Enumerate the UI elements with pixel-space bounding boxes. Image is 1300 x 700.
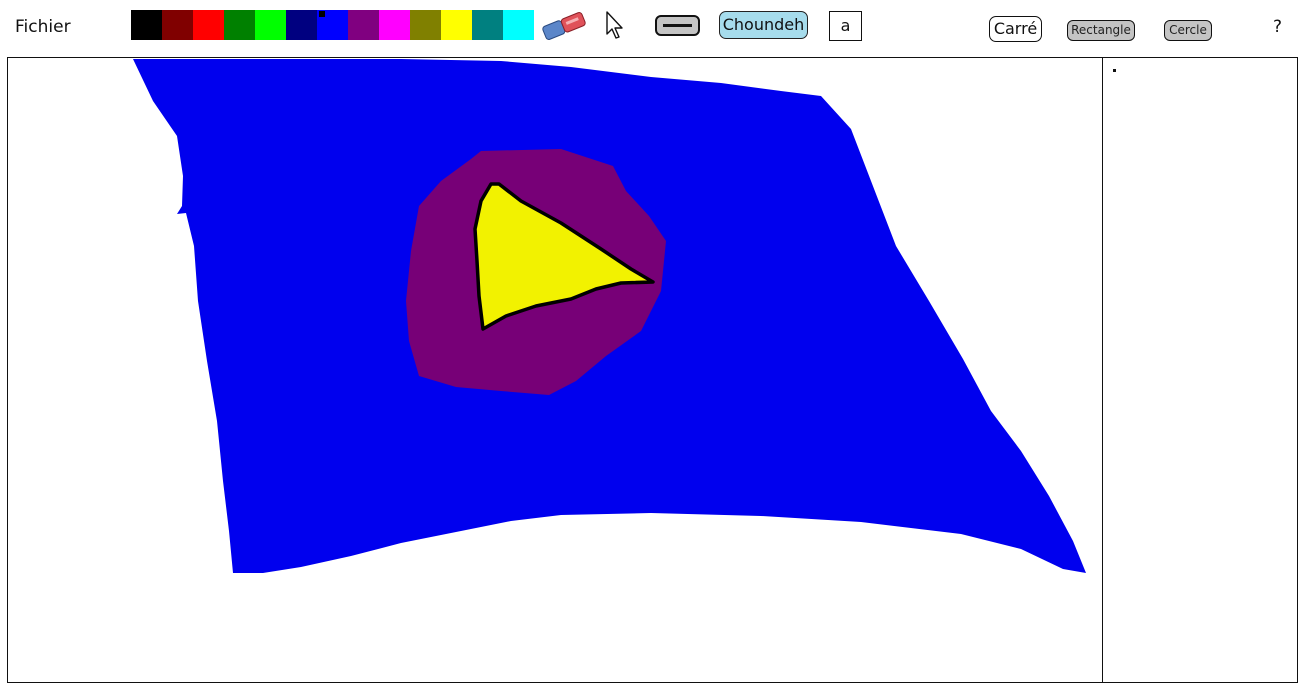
color-swatch[interactable] xyxy=(472,10,503,40)
color-swatch[interactable] xyxy=(131,10,162,40)
color-swatch[interactable] xyxy=(193,10,224,40)
color-swatch[interactable] xyxy=(224,10,255,40)
color-swatch[interactable] xyxy=(503,10,534,40)
color-swatch[interactable] xyxy=(348,10,379,40)
rectangle-button[interactable]: Rectangle xyxy=(1067,20,1135,41)
line-width-icon xyxy=(663,24,692,27)
circle-button[interactable]: Cercle xyxy=(1164,20,1212,41)
line-width-button[interactable] xyxy=(655,15,700,36)
drawing-canvas[interactable] xyxy=(7,57,1103,683)
toolbar: Fichier Choundeh a Carré Rectangle Cercl… xyxy=(0,0,1300,56)
color-swatch[interactable] xyxy=(410,10,441,40)
help-button[interactable]: ? xyxy=(1273,17,1282,37)
file-menu[interactable]: Fichier xyxy=(15,17,71,37)
choundeh-button[interactable]: Choundeh xyxy=(719,11,808,39)
color-swatch[interactable] xyxy=(379,10,410,40)
drawing-surface xyxy=(119,59,1086,573)
square-button[interactable]: Carré xyxy=(989,16,1042,42)
color-swatch[interactable] xyxy=(317,10,348,40)
eraser-icon[interactable] xyxy=(538,11,590,41)
cursor-arrow-icon[interactable] xyxy=(604,10,626,42)
color-palette xyxy=(131,10,534,40)
side-panel xyxy=(1102,57,1298,683)
color-swatch[interactable] xyxy=(162,10,193,40)
text-input-box[interactable]: a xyxy=(829,11,862,41)
color-swatch[interactable] xyxy=(441,10,472,40)
color-swatch[interactable] xyxy=(255,10,286,40)
color-swatch[interactable] xyxy=(286,10,317,40)
side-panel-dot xyxy=(1113,69,1116,72)
